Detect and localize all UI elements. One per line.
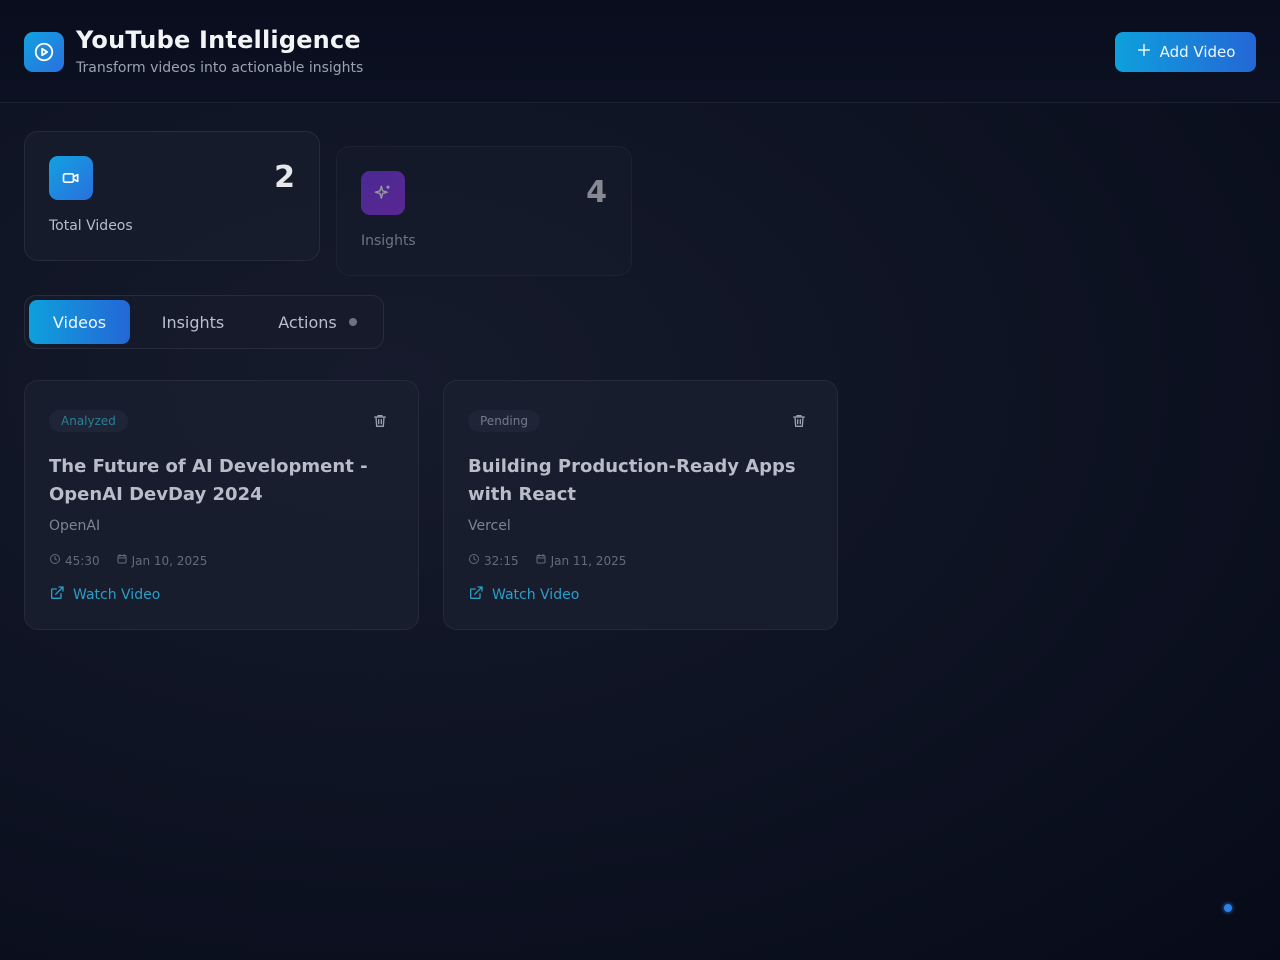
notification-dot: [348, 318, 357, 326]
tab-label: Insights: [161, 312, 225, 332]
tab-label: Videos: [52, 312, 107, 332]
app-title: YouTube Intelligence: [76, 26, 361, 54]
clock-icon: [468, 553, 480, 568]
video-meta: 32:15 Jan 11, 2025: [468, 553, 626, 568]
date: Jan 11, 2025: [535, 553, 627, 568]
duration: 45:30: [49, 553, 100, 568]
video-camera-icon: [49, 156, 93, 200]
trash-icon[interactable]: [372, 413, 388, 429]
watch-video-link[interactable]: Watch Video: [49, 585, 160, 605]
tab-insights[interactable]: Insights: [138, 300, 248, 344]
date-text: Jan 10, 2025: [131, 553, 208, 568]
video-meta: 45:30 Jan 10, 2025: [49, 553, 207, 568]
date: Jan 10, 2025: [116, 553, 208, 568]
duration-text: 45:30: [65, 553, 100, 568]
play-circle-icon: [24, 32, 64, 72]
tab-label: Actions: [278, 312, 337, 332]
video-title: The Future of AI Development - OpenAI De…: [49, 456, 368, 505]
tab-videos[interactable]: Videos: [29, 300, 130, 344]
stat-value: 4: [586, 175, 607, 210]
watch-video-link[interactable]: Watch Video: [468, 585, 579, 605]
stat-label: Total Videos: [49, 218, 133, 234]
app-subtitle: Transform videos into actionable insight…: [76, 60, 364, 76]
watch-video-label: Watch Video: [73, 587, 161, 603]
duration: 32:15: [468, 553, 519, 568]
video-card: Analyzed The Future of AI Development - …: [24, 380, 419, 630]
sparkles-icon: [361, 171, 405, 215]
video-title: Building Production-Ready Apps with Reac…: [468, 456, 796, 505]
status-indicator-dot: [1224, 904, 1232, 912]
video-channel: Vercel: [468, 518, 511, 534]
clock-icon: [49, 553, 61, 568]
video-channel: OpenAI: [49, 518, 101, 534]
stat-label: Insights: [361, 233, 416, 249]
external-link-icon: [49, 585, 65, 605]
add-video-button[interactable]: Add Video: [1115, 32, 1256, 72]
add-video-label: Add Video: [1159, 43, 1236, 61]
date-text: Jan 11, 2025: [550, 553, 627, 568]
trash-icon[interactable]: [791, 413, 807, 429]
plus-icon: [1136, 42, 1152, 62]
video-card: Pending Building Production-Ready Apps w…: [443, 380, 838, 630]
stat-card-insights: 4 Insights: [336, 146, 632, 276]
stat-card-total-videos: 2 Total Videos: [24, 131, 320, 261]
status-badge: Pending: [468, 410, 540, 432]
watch-video-label: Watch Video: [492, 587, 580, 603]
duration-text: 32:15: [484, 553, 519, 568]
tab-actions[interactable]: Actions: [256, 300, 379, 344]
app-header: YouTube Intelligence Transform videos in…: [0, 0, 1280, 103]
stat-value: 2: [274, 160, 295, 195]
external-link-icon: [468, 585, 484, 605]
calendar-icon: [116, 553, 128, 568]
tab-bar: Videos Insights Actions: [24, 295, 384, 349]
calendar-icon: [535, 553, 547, 568]
status-badge: Analyzed: [49, 410, 128, 432]
